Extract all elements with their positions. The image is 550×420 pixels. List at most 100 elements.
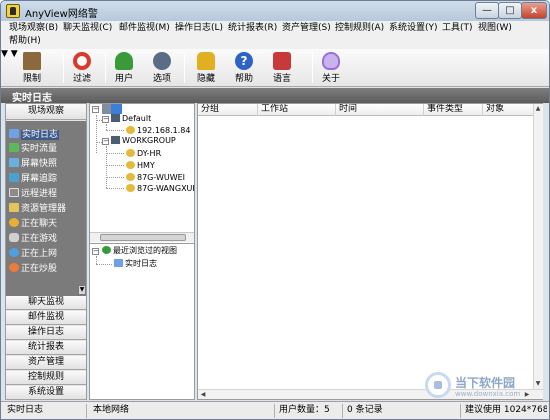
- menu-rules[interactable]: 控制规则(A): [335, 22, 384, 34]
- status-network: 本地网络: [89, 404, 275, 418]
- network-icon: [102, 104, 122, 114]
- limit-dropdown-icon[interactable]: ▼: [1, 49, 8, 59]
- observe-item-gaming[interactable]: 正在游戏: [9, 233, 83, 246]
- col-group[interactable]: 分组: [198, 104, 258, 116]
- log-icon: [9, 129, 19, 138]
- list-scroll-down-icon[interactable]: ▼: [78, 285, 86, 295]
- tab-assets[interactable]: 资产管理: [6, 356, 86, 370]
- group-icon: [111, 114, 120, 122]
- menu-oplog[interactable]: 操作日志(L): [175, 22, 223, 34]
- chat-icon: [9, 218, 19, 227]
- observe-item-traffic[interactable]: 实时流量: [9, 143, 83, 156]
- options-label: 选项: [152, 74, 171, 84]
- about-button[interactable]: 关于: [311, 51, 351, 85]
- observe-item-explorer[interactable]: 资源管理器: [9, 203, 83, 216]
- hide-button[interactable]: 隐藏: [186, 51, 226, 85]
- explorer-icon: [9, 203, 19, 212]
- language-icon: [273, 52, 291, 70]
- limit-button[interactable]: 限制: [12, 51, 52, 85]
- group-workgroup-expander-icon[interactable]: −: [102, 138, 109, 145]
- toolbar-separator: [184, 53, 185, 83]
- language-button[interactable]: 语言: [262, 51, 302, 85]
- watermark-text: 当下软件园: [455, 376, 516, 390]
- group-default-expander-icon[interactable]: −: [102, 116, 109, 123]
- workstation-192-168-1-84[interactable]: 192.168.1.84: [126, 126, 190, 136]
- recent-item-realtime-log[interactable]: 实时日志: [114, 259, 157, 269]
- tab-chat-monitor[interactable]: 聊天监视: [6, 296, 86, 310]
- recent-collapse-icon[interactable]: −: [92, 248, 99, 255]
- help-icon: ?: [235, 52, 253, 70]
- menu-report[interactable]: 统计报表(R): [228, 22, 277, 34]
- workstation-87g-wuwei[interactable]: 87G-WUWEI: [126, 173, 185, 183]
- section-header: 实时日志: [1, 88, 549, 104]
- tab-system-settings[interactable]: 系统设置: [6, 386, 86, 400]
- col-workstation[interactable]: 工作站: [258, 104, 336, 116]
- filter-button[interactable]: 过滤: [62, 51, 102, 85]
- user-icon: [126, 126, 135, 134]
- menu-tools[interactable]: 工具(T): [442, 22, 473, 34]
- close-button[interactable]: x: [521, 2, 547, 19]
- col-event-type[interactable]: 事件类型: [424, 104, 483, 116]
- log-icon: [114, 259, 123, 267]
- app-window: AnyView网络警 — □ x 现场观察(B) 聊天监视(C) 邮件监视(M)…: [0, 0, 550, 420]
- options-button[interactable]: 选项: [142, 51, 182, 85]
- window-title: AnyView网络警: [25, 9, 98, 20]
- observe-item-realtime-log[interactable]: 实时日志: [9, 129, 83, 142]
- watermark-logo-icon: [425, 372, 451, 398]
- user-icon: [126, 161, 135, 169]
- web-icon: [9, 248, 19, 257]
- scroll-up-icon[interactable]: ▲: [534, 105, 542, 113]
- menu-view[interactable]: 视图(W): [478, 22, 512, 34]
- grid-vertical-scrollbar[interactable]: ▲ ▼: [533, 104, 543, 389]
- recent-views-node[interactable]: 最近浏览过的视图: [102, 246, 177, 256]
- snapshot-icon: [9, 158, 19, 167]
- menu-chat[interactable]: 聊天监视(C): [63, 22, 112, 34]
- observe-item-browsing[interactable]: 正在上网: [9, 248, 83, 261]
- stock-icon: [9, 263, 19, 272]
- tab-mail-monitor[interactable]: 邮件监视: [6, 311, 86, 325]
- group-default[interactable]: Default: [111, 114, 151, 124]
- minimize-button[interactable]: —: [475, 2, 499, 19]
- app-logo-icon: [6, 4, 20, 18]
- maximize-button[interactable]: □: [498, 2, 522, 19]
- tab-operation-log[interactable]: 操作日志: [6, 326, 86, 340]
- toolbar: 限制 ▼ 过滤 用户 选项 隐藏 ? 帮助 语言 ▼ 关于: [1, 49, 549, 87]
- game-icon: [9, 233, 19, 242]
- menu-help[interactable]: 帮助(H): [9, 35, 41, 47]
- about-label: 关于: [321, 74, 340, 84]
- title-bar: AnyView网络警 — □ x: [1, 1, 549, 21]
- menu-assets[interactable]: 资产管理(S): [282, 22, 331, 34]
- menu-mail[interactable]: 邮件监视(M): [119, 22, 170, 34]
- workstation-tree: − − Default 192.168.1.84 − WORKGROUP DY-…: [90, 104, 194, 232]
- workstation-dy-hr[interactable]: DY-HR: [126, 149, 161, 159]
- observe-item-stocks[interactable]: 正在炒股: [9, 263, 83, 276]
- col-object[interactable]: 对象: [483, 104, 533, 116]
- help-button[interactable]: ? 帮助: [224, 51, 264, 85]
- language-label: 语言: [272, 74, 291, 84]
- users-button[interactable]: 用户: [104, 51, 144, 85]
- watermark: 当下软件园 www.downxia.com: [425, 372, 549, 402]
- tree-collapse-icon[interactable]: −: [92, 106, 99, 113]
- observe-item-chatting[interactable]: 正在聊天: [9, 218, 83, 231]
- observe-item-process[interactable]: 远程进程: [9, 188, 83, 201]
- tab-statistics[interactable]: 统计报表: [6, 341, 86, 355]
- tab-control-rules[interactable]: 控制规则: [6, 371, 86, 385]
- tree-scroll-thumb[interactable]: [100, 234, 186, 241]
- observe-item-snapshot[interactable]: 屏幕快照: [9, 158, 83, 171]
- menu-observe[interactable]: 现场观察(B): [9, 22, 58, 34]
- observe-item-screen-track[interactable]: 屏幕追踪: [9, 173, 83, 186]
- workstation-hmy[interactable]: HMY: [126, 161, 155, 171]
- tab-field-observe[interactable]: 现场观察: [6, 104, 86, 120]
- scroll-left-icon[interactable]: ◀: [199, 391, 207, 399]
- log-grid: 分组 工作站 时间 事件类型 对象 ▲ ▼ ◀ ▶: [197, 103, 543, 400]
- grid-header: 分组 工作站 时间 事件类型 对象: [198, 104, 533, 116]
- col-time[interactable]: 时间: [336, 104, 424, 116]
- screen-track-icon: [9, 173, 19, 182]
- user-icon: [126, 184, 135, 192]
- menu-settings[interactable]: 系统设置(Y): [389, 22, 438, 34]
- hide-label: 隐藏: [196, 74, 215, 84]
- tree-horizontal-scrollbar[interactable]: [90, 232, 194, 242]
- status-bar: 实时日志 本地网络 用户数量：5 0 条记录 建议使用 1024*768: [1, 401, 549, 419]
- group-workgroup[interactable]: WORKGROUP: [111, 136, 176, 146]
- workstation-87g-wangxue[interactable]: 87G-WANGXUE: [126, 184, 194, 194]
